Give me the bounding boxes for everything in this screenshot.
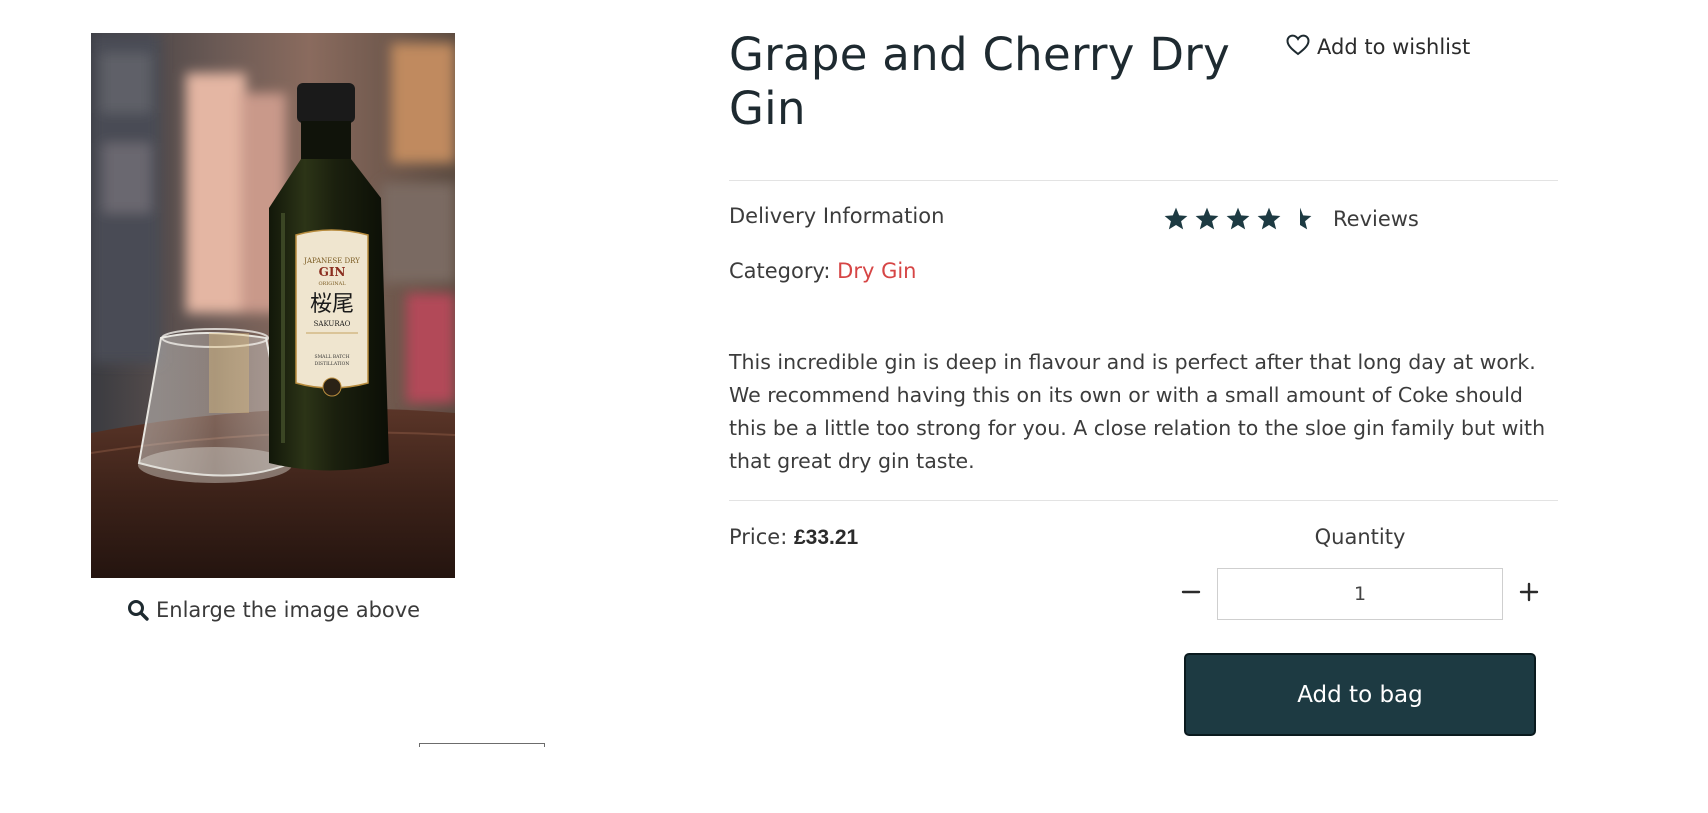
category: Category: Dry Gin (729, 259, 917, 283)
svg-text:ORIGINAL: ORIGINAL (318, 281, 346, 287)
star-half-icon (1300, 207, 1312, 230)
category-link[interactable]: Dry Gin (837, 259, 916, 283)
star-full-icon (1195, 207, 1219, 230)
svg-text:DISTILLATION: DISTILLATION (315, 361, 350, 367)
svg-text:JAPANESE DRY: JAPANESE DRY (303, 257, 360, 265)
svg-text:SAKURAO: SAKURAO (314, 320, 351, 328)
wishlist-label: Add to wishlist (1317, 35, 1471, 59)
quantity-increase-button[interactable] (1513, 578, 1545, 610)
product-title: Grape and Cherry Dry Gin (729, 28, 1231, 135)
add-to-bag-button[interactable]: Add to bag (1184, 653, 1536, 736)
minus-icon (1181, 582, 1201, 606)
star-full-icon (1257, 207, 1281, 230)
reviews-link[interactable]: Reviews (1333, 207, 1419, 231)
svg-text:SMALL BATCH: SMALL BATCH (314, 354, 349, 360)
quantity-input[interactable] (1217, 568, 1503, 620)
price-prefix: Price: (729, 525, 788, 549)
svg-text:桜尾: 桜尾 (310, 292, 354, 317)
quantity-decrease-button[interactable] (1175, 578, 1207, 610)
product-description: This incredible gin is deep in flavour a… (729, 350, 1546, 473)
delivery-information-link[interactable]: Delivery Information (729, 204, 944, 228)
star-full-icon (1164, 207, 1188, 230)
thumbnail-frame[interactable] (419, 743, 545, 747)
category-prefix: Category: (729, 259, 831, 283)
magnifier-icon (126, 598, 150, 622)
divider (729, 180, 1558, 181)
add-to-wishlist-button[interactable]: Add to wishlist (1286, 32, 1470, 62)
star-full-icon (1226, 207, 1250, 230)
plus-icon (1519, 582, 1539, 606)
quantity-label: Quantity (1314, 525, 1406, 549)
enlarge-image-label: Enlarge the image above (156, 598, 421, 622)
star-rating (1163, 206, 1313, 232)
enlarge-image-link[interactable]: Enlarge the image above (126, 594, 420, 626)
price-value: £33.21 (794, 526, 859, 549)
rating: Reviews (1163, 204, 1419, 234)
product-image[interactable]: JAPANESE DRY GIN ORIGINAL 桜尾 SAKURAO SMA… (91, 33, 455, 578)
heart-icon (1286, 34, 1310, 61)
price: Price: £33.21 (729, 525, 858, 550)
divider (729, 500, 1558, 501)
svg-text:GIN: GIN (319, 265, 346, 279)
